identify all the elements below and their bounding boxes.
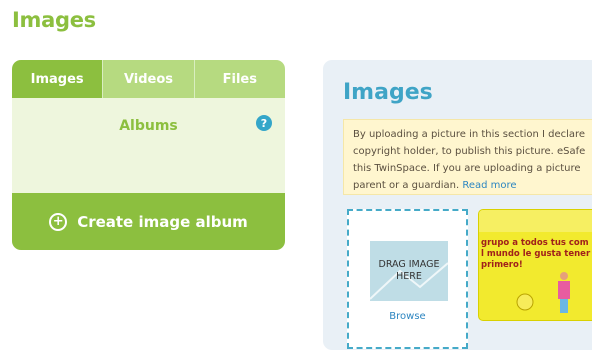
drop-image-placeholder: DRAG IMAGE HERE bbox=[370, 241, 448, 301]
image-thumbnail[interactable]: grupo a todos tus com l mundo le gusta t… bbox=[478, 209, 592, 321]
help-icon[interactable]: ? bbox=[256, 115, 272, 131]
figure-body-icon bbox=[558, 281, 570, 299]
notice-line-text: parent or a guardian. bbox=[353, 180, 463, 191]
copyright-notice: By uploading a picture in this section I… bbox=[343, 119, 592, 195]
albums-heading: Albums bbox=[119, 118, 178, 134]
media-tabs: Images Videos Files bbox=[12, 60, 285, 98]
figure-head-icon bbox=[560, 272, 568, 280]
notice-line: copyright holder, to publish this pictur… bbox=[353, 146, 586, 157]
notice-line: this TwinSpace. If you are uploading a p… bbox=[353, 163, 581, 174]
tab-files[interactable]: Files bbox=[193, 60, 285, 98]
smiley-icon bbox=[516, 293, 534, 311]
create-album-label: Create image album bbox=[77, 212, 248, 231]
album-panel: Images Videos Files Albums ? + Create im… bbox=[12, 60, 285, 250]
read-more-link[interactable]: Read more bbox=[462, 180, 516, 191]
image-dropzone[interactable]: DRAG IMAGE HERE Browse bbox=[347, 209, 468, 349]
notice-line: By uploading a picture in this section I… bbox=[353, 129, 586, 140]
drop-image-text: DRAG IMAGE HERE bbox=[379, 259, 440, 283]
browse-link[interactable]: Browse bbox=[349, 311, 466, 322]
tab-videos[interactable]: Videos bbox=[102, 60, 194, 98]
drop-text-line2: HERE bbox=[396, 271, 422, 282]
thumbnail-art bbox=[516, 272, 570, 313]
create-image-album-button[interactable]: + Create image album bbox=[12, 193, 285, 250]
page-title: Images bbox=[12, 8, 96, 32]
upload-panel: Images By uploading a picture in this se… bbox=[323, 60, 592, 350]
drop-text-line1: DRAG IMAGE bbox=[378, 259, 440, 270]
plus-circle-icon: + bbox=[49, 212, 68, 231]
figure-legs-icon bbox=[560, 299, 568, 313]
notice-line-last: parent or a guardian. Read more bbox=[353, 177, 592, 194]
albums-section: Albums ? bbox=[12, 98, 285, 194]
upload-panel-title: Images bbox=[343, 80, 433, 105]
tab-images[interactable]: Images bbox=[12, 60, 103, 98]
